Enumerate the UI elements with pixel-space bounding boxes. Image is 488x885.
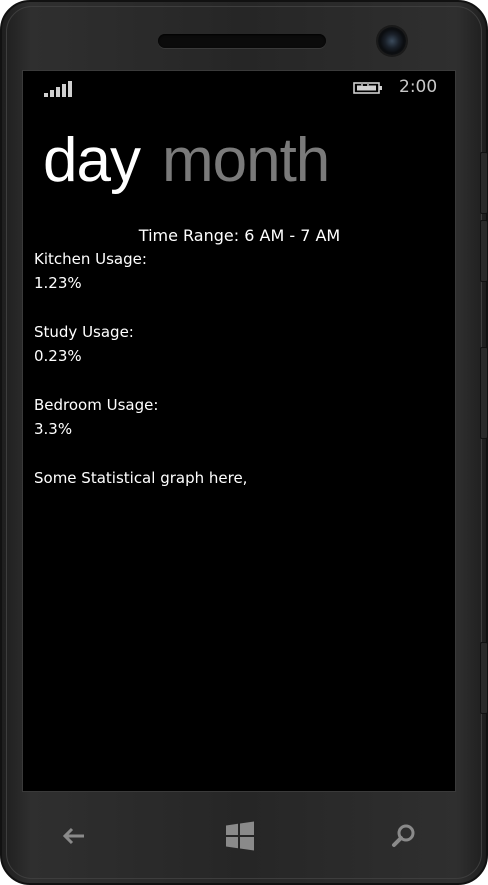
phone-screen: 2:00 day month Time Range: 6 AM - 7 AM Ki… (22, 70, 456, 792)
search-icon (392, 824, 415, 847)
battery-charging-icon (353, 81, 382, 94)
pivot-tab-day[interactable]: day (43, 121, 141, 201)
usage-label: Bedroom Usage: (34, 396, 159, 414)
usage-label: Study Usage: (34, 323, 134, 341)
usage-value: 0.23% (34, 347, 82, 365)
camera-button[interactable] (480, 642, 488, 714)
back-arrow-icon (62, 827, 84, 845)
volume-up-button[interactable] (480, 152, 488, 214)
earpiece-speaker (158, 34, 326, 48)
graph-placeholder-text: Some Statistical graph here, (34, 469, 248, 487)
pivot-tab-month[interactable]: month (162, 121, 330, 201)
usage-value: 3.3% (34, 420, 73, 438)
usage-kitchen: Kitchen Usage: 1.23% (34, 247, 445, 295)
search-button[interactable] (378, 810, 430, 862)
signal-strength-icon (44, 79, 72, 97)
usage-bedroom: Bedroom Usage: 3.3% (34, 393, 445, 441)
phone-frame: 2:00 day month Time Range: 6 AM - 7 AM Ki… (0, 0, 488, 885)
volume-down-button[interactable] (480, 220, 488, 282)
usage-label: Kitchen Usage: (34, 250, 147, 268)
time-range-label: Time Range: 6 AM - 7 AM (138, 226, 341, 245)
start-button[interactable] (214, 810, 266, 862)
pivot-content: Time Range: 6 AM - 7 AM Kitchen Usage: 1… (34, 225, 445, 490)
front-camera (378, 27, 406, 55)
power-button[interactable] (480, 347, 488, 439)
usage-study: Study Usage: 0.23% (34, 320, 445, 368)
status-bar: 2:00 (23, 71, 455, 105)
hardware-nav-bar (22, 810, 452, 862)
pivot-header-bar: day month (43, 121, 351, 201)
status-clock: 2:00 (399, 77, 438, 97)
back-button[interactable] (48, 810, 100, 862)
windows-logo-icon (226, 821, 254, 851)
usage-value: 1.23% (34, 274, 82, 292)
